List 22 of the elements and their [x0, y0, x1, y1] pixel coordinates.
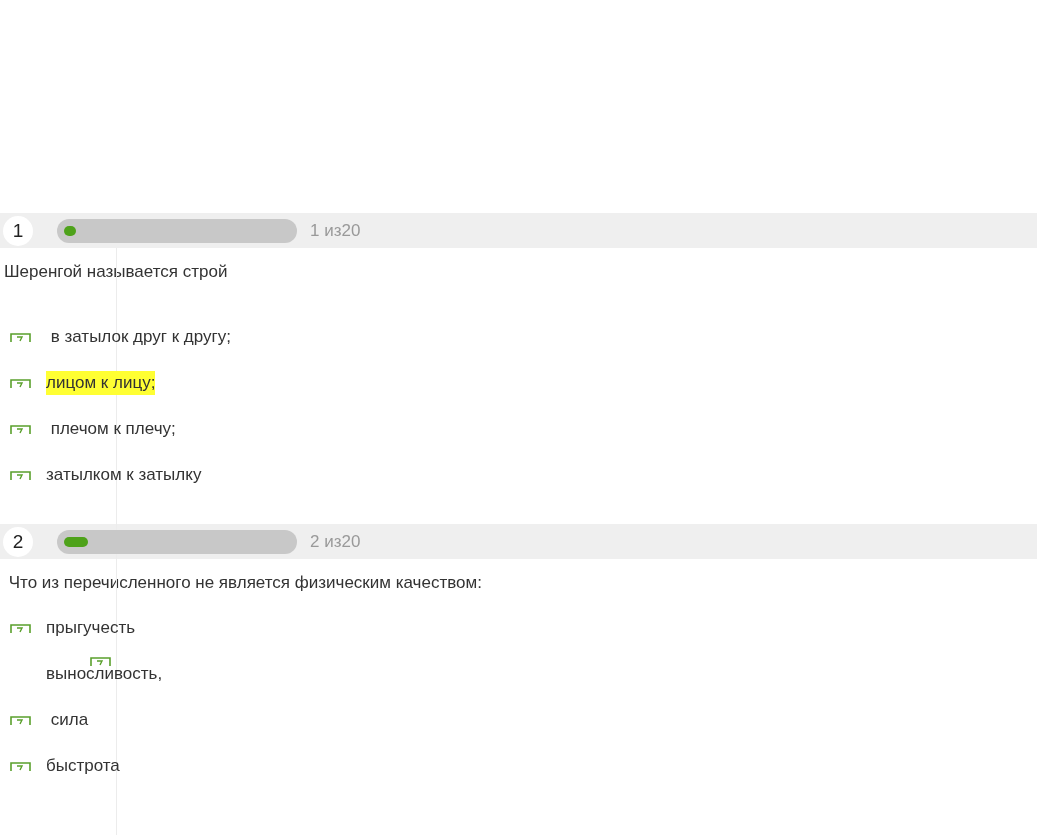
- question-number: 1: [3, 215, 33, 246]
- broken-image-icon: [10, 470, 31, 480]
- question-counter: 2 из20: [310, 531, 361, 552]
- broken-image-icon: [10, 761, 31, 771]
- broken-image-icon: [10, 715, 31, 725]
- answer-option[interactable]: затылком к затылку: [46, 463, 202, 487]
- broken-image-icon: [90, 657, 111, 666]
- question-text: Шеренгой называется строй: [3, 261, 229, 283]
- answer-option[interactable]: плечом к плечу;: [46, 417, 176, 441]
- broken-image-icon: [10, 623, 31, 633]
- answer-option[interactable]: лицом к лицу;: [46, 371, 156, 395]
- answer-option[interactable]: сила: [46, 708, 89, 732]
- answer-option[interactable]: быстрота: [46, 754, 120, 778]
- answer-option[interactable]: прыгучесть: [46, 616, 136, 640]
- broken-image-icon: [10, 332, 31, 342]
- question-counter: 1 из20: [310, 220, 361, 241]
- answer-option[interactable]: в затылок друг к другу;: [46, 325, 231, 349]
- answer-option[interactable]: выносливость,: [46, 662, 163, 686]
- question-number: 2: [3, 526, 33, 557]
- broken-image-icon: [10, 378, 31, 388]
- broken-image-icon: [10, 424, 31, 434]
- question-text: Что из перечисленного не является физическим качеством:: [7, 572, 483, 594]
